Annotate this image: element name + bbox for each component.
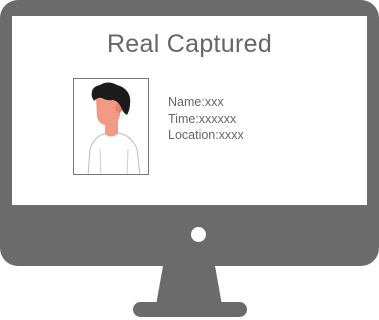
monitor-stand <box>133 266 247 317</box>
monitor-illustration: Real Captured Name:xxx Time:xxxxxx Locat… <box>0 0 379 320</box>
